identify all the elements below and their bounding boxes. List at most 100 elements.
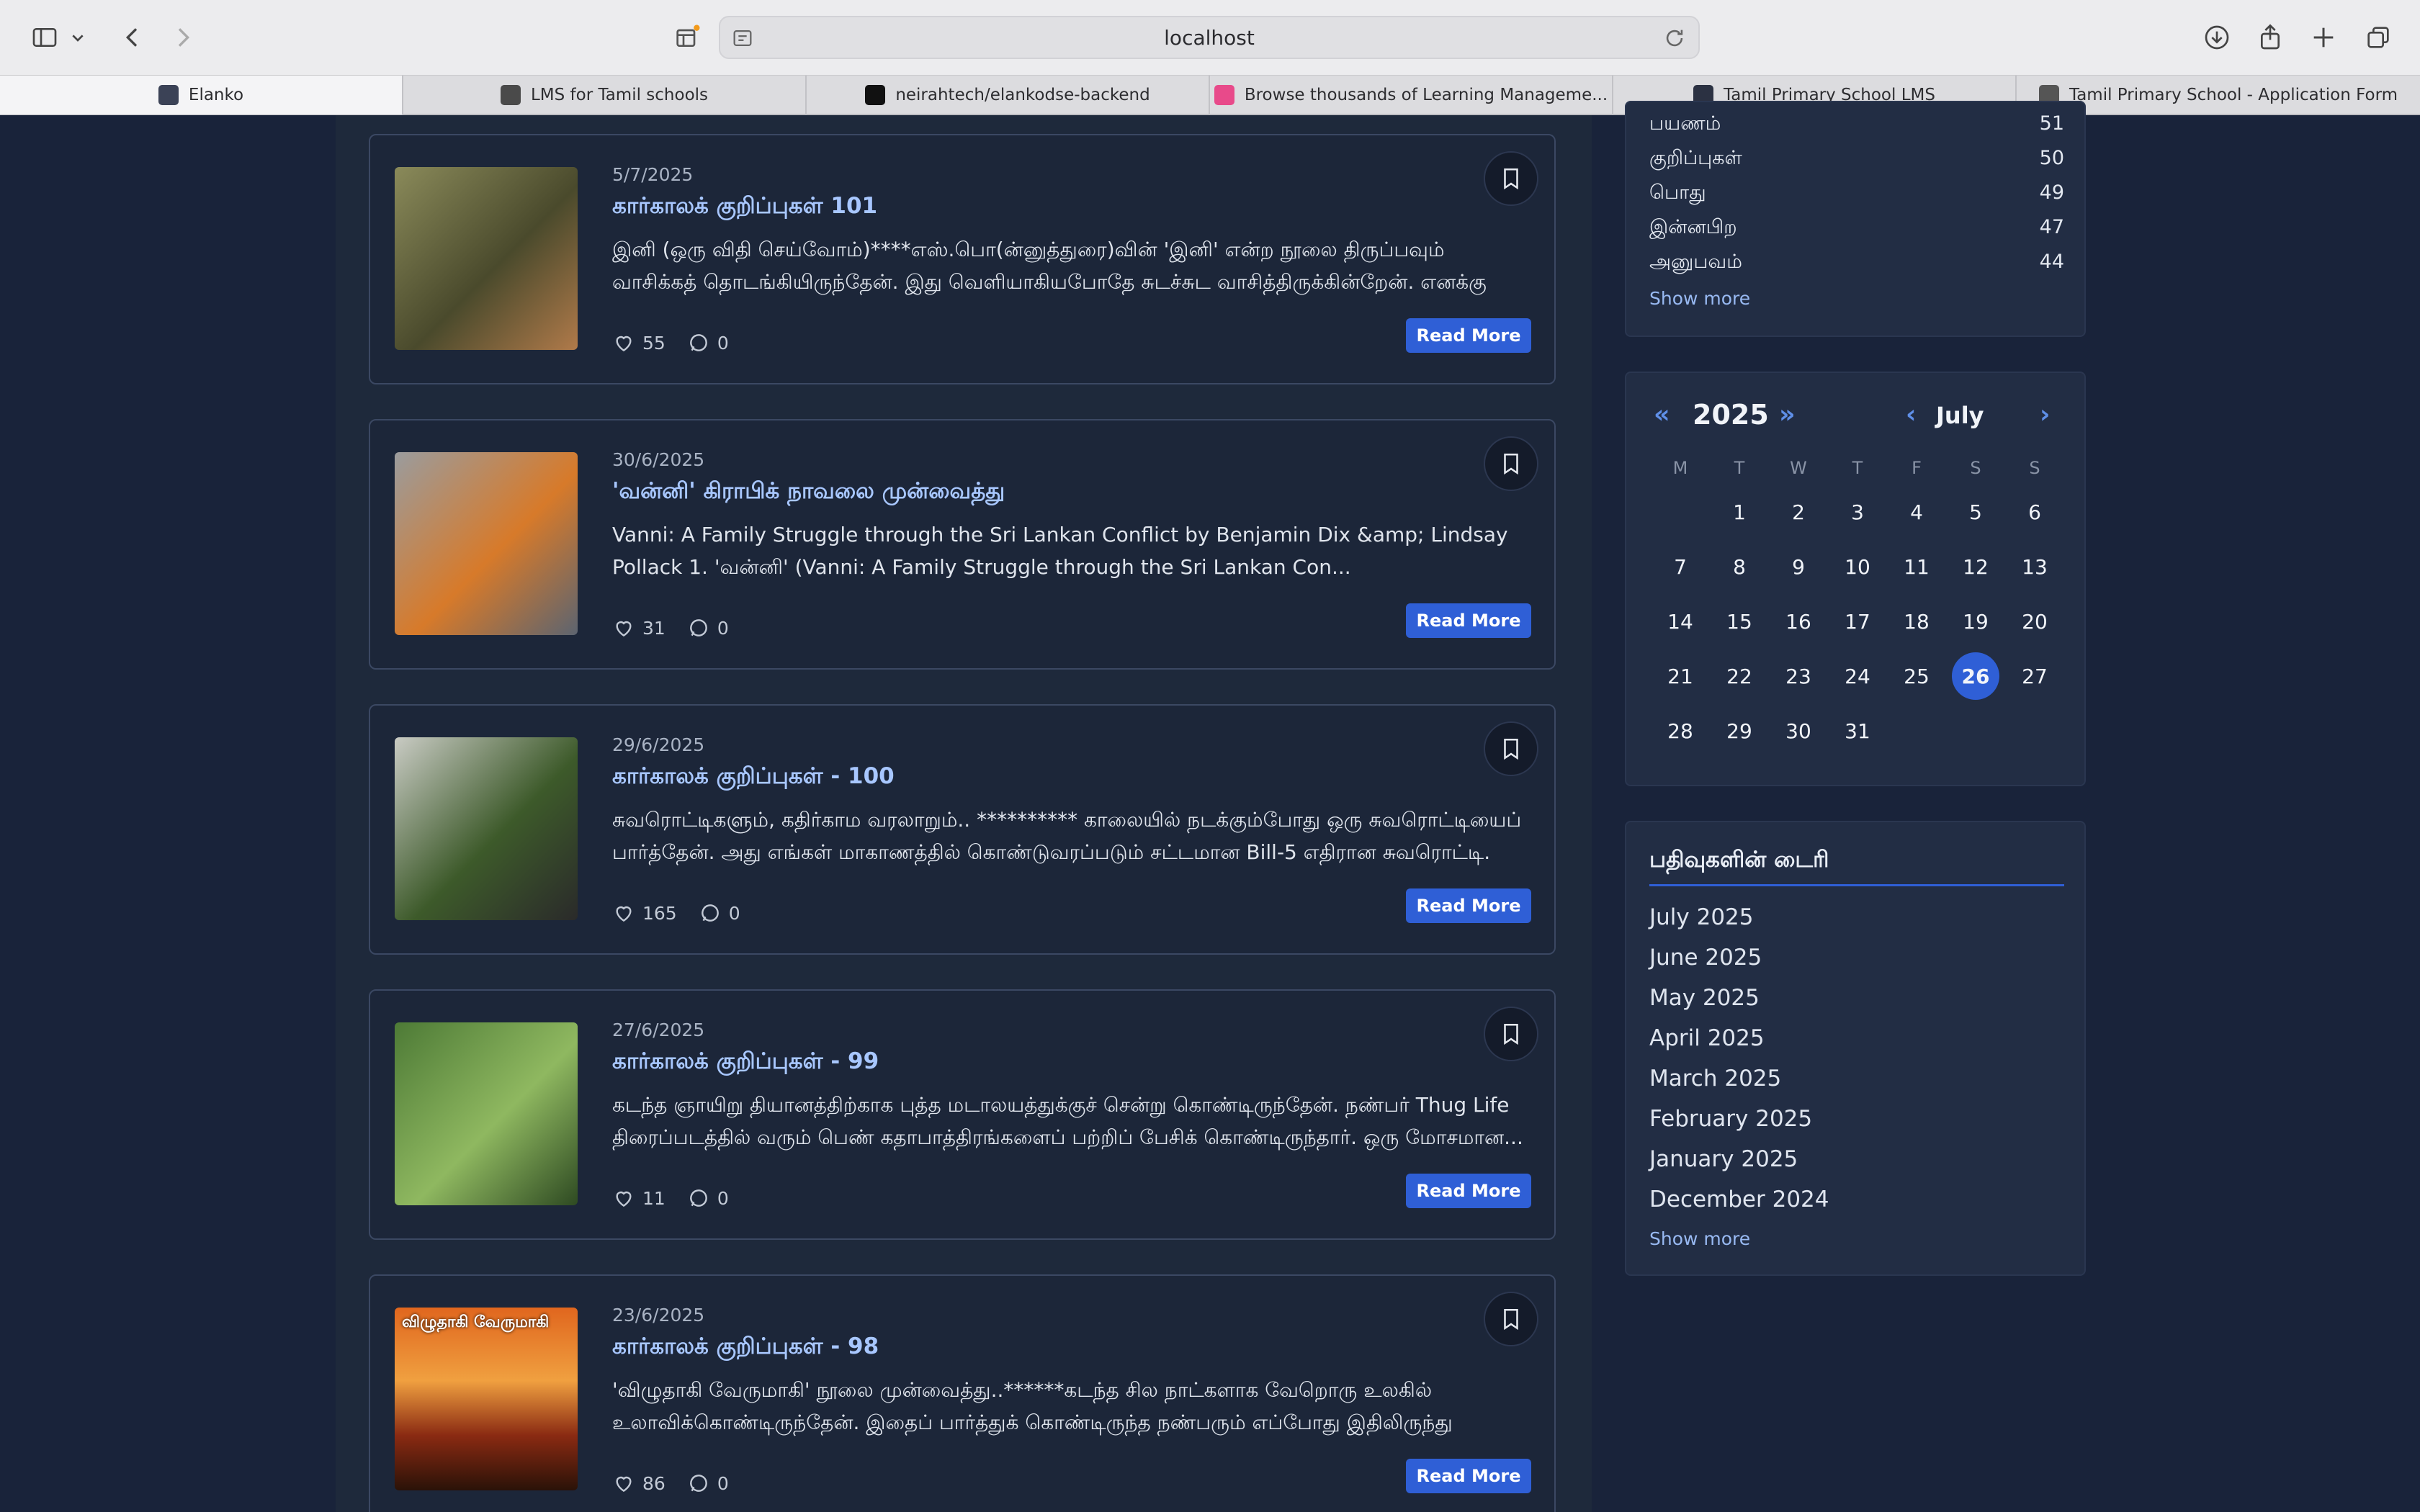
next-month-button[interactable]: ›	[2040, 400, 2050, 429]
calendar-day[interactable]: 24	[1834, 652, 1881, 700]
calendar-day[interactable]: 1	[1716, 488, 1763, 536]
calendar-day[interactable]: 28	[1657, 707, 1704, 755]
browser-tab[interactable]: LMS for Tamil schools	[403, 76, 807, 114]
bookmark-button[interactable]	[1484, 436, 1538, 491]
sidebar-toggle-icon[interactable]	[27, 20, 62, 55]
extension-icon[interactable]	[670, 20, 704, 55]
calendar-day[interactable]: 23	[1775, 652, 1822, 700]
bookmark-button[interactable]	[1484, 151, 1538, 206]
read-more-button[interactable]: Read More	[1406, 318, 1531, 353]
calendar-day[interactable]: 30	[1775, 707, 1822, 755]
post-title[interactable]: கார்காலக் குறிப்புகள் 101	[612, 193, 877, 222]
read-more-button[interactable]: Read More	[1406, 603, 1531, 638]
post-thumbnail[interactable]	[395, 452, 578, 635]
calendar-day[interactable]: 14	[1657, 598, 1704, 645]
post-title[interactable]: கார்காலக் குறிப்புகள் - 100	[612, 763, 895, 792]
calendar-day[interactable]: 18	[1893, 598, 1940, 645]
archive-month-link[interactable]: April 2025	[1649, 1025, 1765, 1051]
read-more-button[interactable]: Read More	[1406, 1459, 1531, 1493]
archive-show-more-link[interactable]: Show more	[1649, 1228, 1750, 1249]
category-row[interactable]: அனுபவம் 44	[1649, 251, 2064, 276]
archive-month-link[interactable]: February 2025	[1649, 1106, 1812, 1132]
calendar-day[interactable]: 12	[1952, 543, 1999, 590]
calendar-day[interactable]: 27	[2011, 652, 2058, 700]
calendar-day[interactable]: 6	[2011, 488, 2058, 536]
categories-show-more-link[interactable]: Show more	[1649, 288, 1750, 309]
calendar-day[interactable]: 8	[1716, 543, 1763, 590]
archive-month-link[interactable]: December 2024	[1649, 1187, 1829, 1212]
calendar-day[interactable]: 17	[1834, 598, 1881, 645]
download-icon[interactable]	[2200, 20, 2234, 55]
archive-month-link[interactable]: January 2025	[1649, 1146, 1798, 1172]
calendar-day[interactable]: 7	[1657, 543, 1704, 590]
post-title[interactable]: கார்காலக் குறிப்புகள் - 98	[612, 1333, 879, 1362]
reload-icon[interactable]	[1662, 26, 1687, 50]
browser-tab[interactable]: Elanko	[0, 76, 403, 114]
comment-button[interactable]: 0	[687, 1187, 729, 1210]
calendar-day[interactable]: 21	[1657, 652, 1704, 700]
prev-month-button[interactable]: ‹	[1906, 400, 1916, 429]
calendar-day[interactable]: 2	[1775, 488, 1822, 536]
calendar-day[interactable]: 15	[1716, 598, 1763, 645]
post-thumbnail[interactable]	[395, 1022, 578, 1205]
calendar-day[interactable]: 31	[1834, 707, 1881, 755]
comment-button[interactable]: 0	[687, 1472, 729, 1495]
read-more-button[interactable]: Read More	[1406, 888, 1531, 923]
category-row[interactable]: பொது 49	[1649, 181, 2064, 207]
category-row[interactable]: இன்னபிற 47	[1649, 216, 2064, 241]
browser-tab[interactable]: Browse thousands of Learning Manageme...	[1210, 76, 1613, 114]
calendar-day[interactable]: 29	[1716, 707, 1763, 755]
calendar-day[interactable]: 16	[1775, 598, 1822, 645]
next-year-button[interactable]: »	[1779, 400, 1796, 429]
calendar-day[interactable]: 22	[1716, 652, 1763, 700]
comment-button[interactable]: 0	[687, 616, 729, 639]
calendar-day[interactable]: 3	[1834, 488, 1881, 536]
like-button[interactable]: 165	[612, 901, 677, 924]
archive-month-link[interactable]: May 2025	[1649, 985, 1760, 1011]
post-thumbnail[interactable]: விழுதாகி வேருமாகி	[395, 1308, 578, 1490]
post-thumbnail[interactable]	[395, 167, 578, 350]
archive-month-link[interactable]: July 2025	[1649, 904, 1754, 930]
like-button[interactable]: 31	[612, 616, 666, 639]
prev-year-button[interactable]: «	[1654, 400, 1670, 429]
calendar-day[interactable]: 5	[1952, 488, 1999, 536]
read-more-button[interactable]: Read More	[1406, 1174, 1531, 1208]
post-title[interactable]: 'வன்னி' கிராபிக் நாவலை முன்வைத்து	[612, 478, 1005, 507]
tab-favicon-icon	[1214, 85, 1234, 105]
calendar-day[interactable]: 9	[1775, 543, 1822, 590]
comment-button[interactable]: 0	[687, 331, 729, 354]
browser-tab[interactable]: neirahtech/elankodse-backend	[807, 76, 1210, 114]
back-icon[interactable]	[115, 20, 150, 55]
calendar-day[interactable]: 13	[2011, 543, 2058, 590]
like-button[interactable]: 86	[612, 1472, 666, 1495]
category-name: பொது	[1649, 181, 1706, 204]
like-button[interactable]: 55	[612, 331, 666, 354]
category-row[interactable]: பயணம் 51	[1649, 112, 2064, 138]
forward-icon[interactable]	[166, 20, 200, 55]
tab-overview-icon[interactable]	[2361, 20, 2396, 55]
page-settings-icon[interactable]	[730, 26, 755, 50]
calendar-day[interactable]: 20	[2011, 598, 2058, 645]
calendar-day[interactable]: 19	[1952, 598, 1999, 645]
calendar-day[interactable]: 10	[1834, 543, 1881, 590]
calendar-day[interactable]: 11	[1893, 543, 1940, 590]
calendar-day-today[interactable]: 26	[1952, 652, 1999, 700]
share-icon[interactable]	[2253, 20, 2287, 55]
category-count: 49	[2039, 181, 2064, 204]
bookmark-button[interactable]	[1484, 721, 1538, 776]
calendar-day[interactable]: 4	[1893, 488, 1940, 536]
post-thumbnail[interactable]	[395, 737, 578, 920]
archive-month-link[interactable]: March 2025	[1649, 1066, 1781, 1092]
new-tab-icon[interactable]	[2306, 20, 2341, 55]
comment-button[interactable]: 0	[699, 901, 740, 924]
like-button[interactable]: 11	[612, 1187, 666, 1210]
address-bar[interactable]: localhost	[719, 16, 1700, 59]
archive-title: பதிவுகளின் டைரி	[1649, 847, 1829, 873]
category-row[interactable]: குறிப்புகள் 50	[1649, 147, 2064, 172]
chevron-down-icon[interactable]	[66, 20, 89, 55]
archive-month-link[interactable]: June 2025	[1649, 945, 1762, 971]
calendar-day[interactable]: 25	[1893, 652, 1940, 700]
bookmark-button[interactable]	[1484, 1292, 1538, 1346]
bookmark-button[interactable]	[1484, 1007, 1538, 1061]
post-title[interactable]: கார்காலக் குறிப்புகள் - 99	[612, 1048, 879, 1077]
